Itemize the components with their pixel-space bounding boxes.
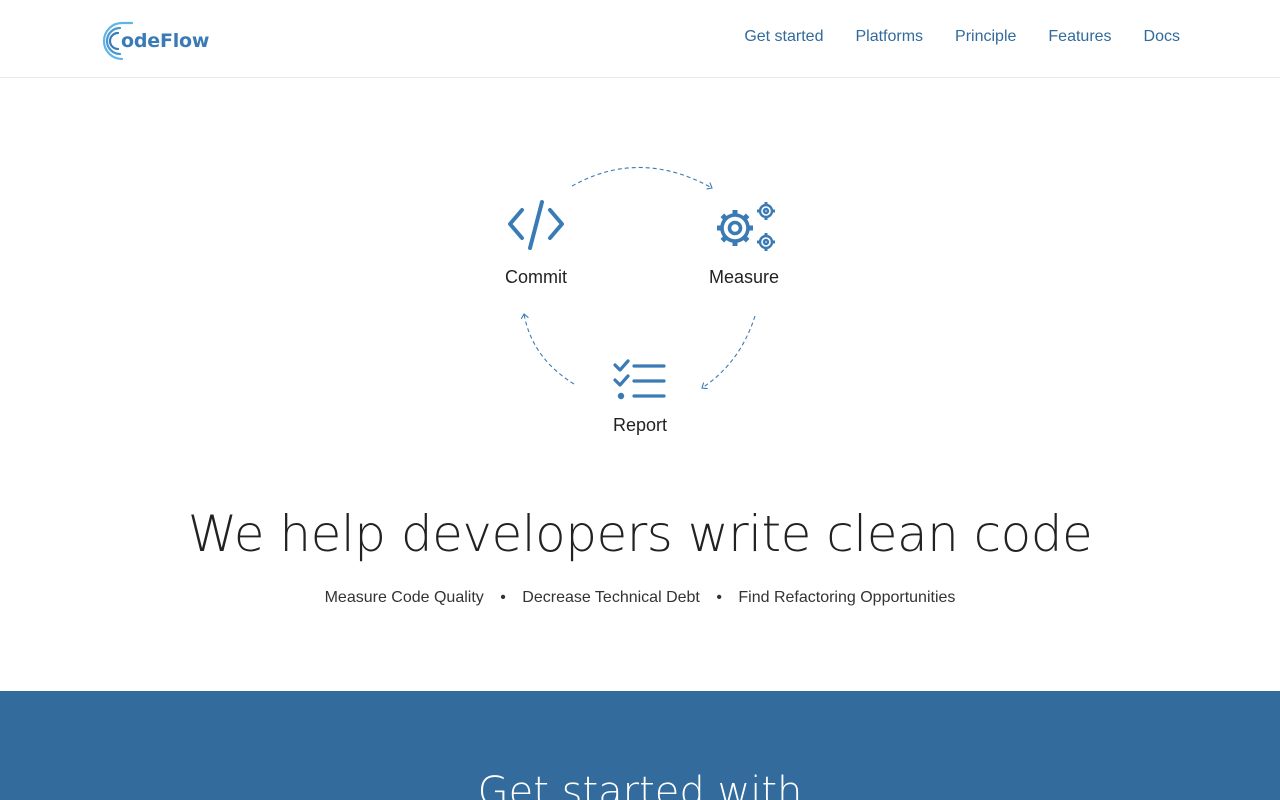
hero-bullet-refactoring: Find Refactoring Opportunities xyxy=(738,589,956,606)
code-icon xyxy=(508,200,564,250)
arrow-measure-to-report xyxy=(702,315,756,388)
get-started-title: Get started with xyxy=(477,769,803,800)
arrow-commit-to-measure xyxy=(571,166,712,188)
bullet-separator: • xyxy=(500,589,506,606)
bullet-separator: • xyxy=(716,589,722,606)
step-commit: Commit xyxy=(496,198,576,288)
checklist-icon xyxy=(613,359,666,400)
step-measure-label: Measure xyxy=(708,267,780,287)
nav-platforms[interactable]: Platforms xyxy=(855,26,923,48)
hero-title: We help developers write clean code xyxy=(187,505,1093,563)
logo-text: odeFlow xyxy=(121,30,210,52)
top-navbar: odeFlow Get started Platforms Principle … xyxy=(0,0,1280,78)
hero-bullet-debt: Decrease Technical Debt xyxy=(522,589,700,606)
nav-get-started[interactable]: Get started xyxy=(744,26,823,48)
gears-icon xyxy=(717,202,775,251)
nav-principle[interactable]: Principle xyxy=(955,26,1016,48)
hero-bullet-quality: Measure Code Quality xyxy=(324,589,484,606)
nav-docs[interactable]: Docs xyxy=(1144,26,1180,48)
logo-link[interactable]: odeFlow xyxy=(92,19,209,63)
step-measure: Measure xyxy=(700,198,788,288)
nav-features[interactable]: Features xyxy=(1048,26,1111,48)
step-report: Report xyxy=(600,358,680,436)
step-report-label: Report xyxy=(612,415,668,435)
get-started-section: Get started with xyxy=(0,691,1280,800)
step-commit-label: Commit xyxy=(505,267,567,287)
hero-subtitle: Measure Code Quality • Decrease Technica… xyxy=(0,589,1280,607)
main-nav: Get started Platforms Principle Features… xyxy=(744,26,1180,48)
arrow-report-to-commit xyxy=(524,314,575,385)
workflow-cycle: Commit Measure Report xyxy=(0,78,1280,478)
